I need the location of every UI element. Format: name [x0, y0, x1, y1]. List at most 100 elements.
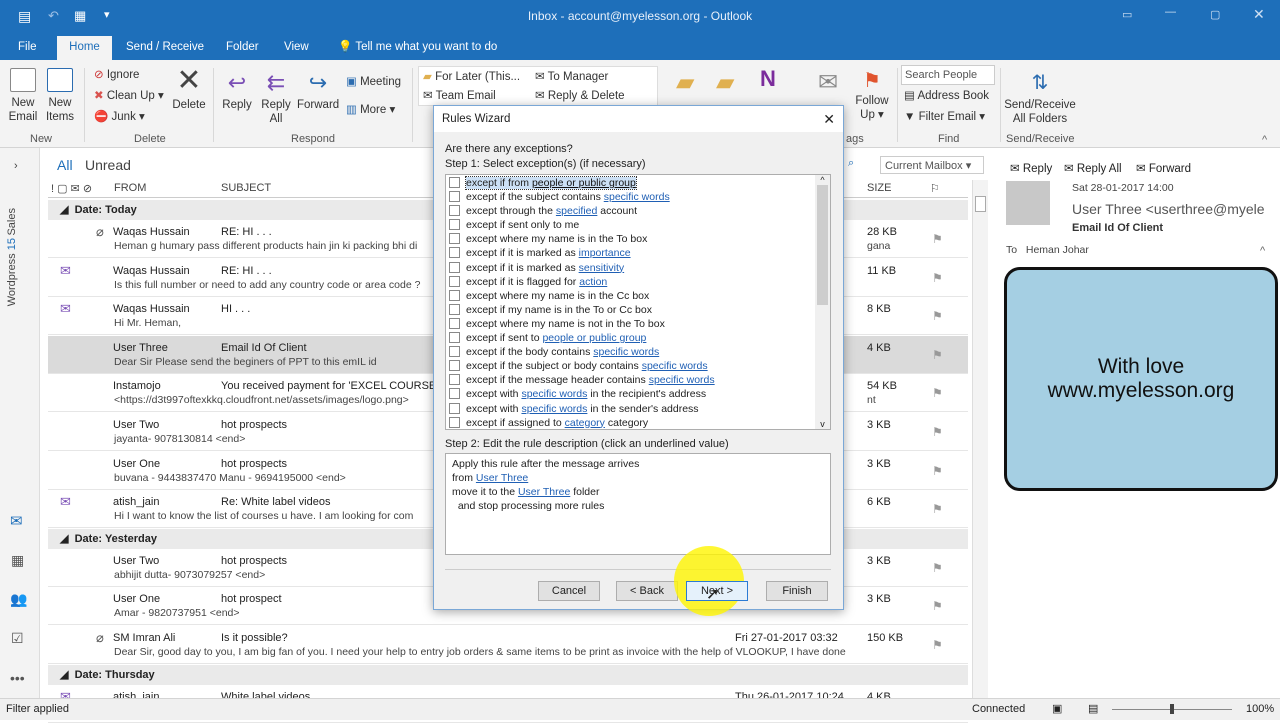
- exception-checkbox[interactable]: [449, 247, 460, 259]
- flag-icon[interactable]: ⚑: [932, 638, 943, 652]
- list-scrollbar[interactable]: [972, 180, 988, 698]
- people-icon[interactable]: 👥: [10, 591, 27, 608]
- minimize-icon[interactable]: —: [1165, 6, 1176, 18]
- exception-checkbox[interactable]: [449, 346, 460, 358]
- flag-icon[interactable]: ⚑: [932, 599, 943, 613]
- filter-email-button[interactable]: ▼ Filter Email ▾: [904, 110, 985, 124]
- clean-up-button[interactable]: ✖ Clean Up ▾: [94, 89, 164, 103]
- delete-button[interactable]: ✕ Delete: [172, 64, 206, 112]
- exception-item[interactable]: except if sent only to me: [446, 218, 816, 232]
- date-group-header[interactable]: ◢ Date: Thursday: [48, 664, 968, 685]
- ribbon-display-icon[interactable]: ▭: [1122, 8, 1132, 21]
- exception-item[interactable]: except if sent to people or public group: [446, 331, 816, 345]
- reading-forward-button[interactable]: ✉ Forward: [1136, 161, 1191, 175]
- exception-link[interactable]: action: [579, 276, 607, 288]
- junk-button[interactable]: ⛔ Junk ▾: [94, 110, 145, 124]
- exception-link[interactable]: specific words: [521, 388, 587, 400]
- exception-checkbox[interactable]: [449, 374, 460, 386]
- reading-reply-all-button[interactable]: ✉ Reply All: [1064, 161, 1122, 175]
- flag-icon[interactable]: ⚑: [932, 561, 943, 575]
- mail-icon[interactable]: ✉: [10, 512, 23, 530]
- exception-link[interactable]: specific words: [649, 374, 715, 386]
- exception-link[interactable]: specified: [556, 205, 597, 217]
- flag-icon[interactable]: ⚑: [932, 386, 943, 400]
- tasks-icon[interactable]: ☑: [11, 630, 24, 647]
- move-folder-icon[interactable]: ▰: [676, 68, 694, 97]
- exception-item[interactable]: except if it is marked as sensitivity: [446, 261, 816, 275]
- exception-item[interactable]: except if the body contains specific wor…: [446, 345, 816, 359]
- exception-item[interactable]: except if it is marked as importance: [446, 246, 816, 260]
- exception-item[interactable]: except if from people or public group: [446, 176, 816, 190]
- finish-button[interactable]: Finish: [766, 581, 828, 601]
- exception-link[interactable]: specific words: [521, 403, 587, 415]
- exception-item[interactable]: except where my name is not in the To bo…: [446, 317, 816, 331]
- folder-wordpress[interactable]: Wordpress 15: [6, 238, 18, 306]
- exception-item[interactable]: except if the subject or body contains s…: [446, 359, 816, 373]
- reading-reply-button[interactable]: ✉ Reply: [1010, 161, 1052, 175]
- rules-icon[interactable]: ▰: [716, 68, 734, 97]
- quick-step-team-email[interactable]: ✉ Team Email: [423, 89, 496, 103]
- exception-link[interactable]: specific words: [642, 360, 708, 372]
- exception-checkbox[interactable]: [449, 205, 460, 217]
- new-items-button[interactable]: New Items: [42, 68, 78, 124]
- ignore-button[interactable]: ⊘ Ignore: [94, 68, 139, 82]
- dialog-close-icon[interactable]: ✕: [823, 106, 835, 132]
- flag-icon[interactable]: ⚑: [932, 271, 943, 285]
- follow-up-button[interactable]: ⚑ Follow Up ▾: [855, 68, 889, 122]
- collapse-ribbon-icon[interactable]: ^: [1262, 134, 1267, 146]
- collapse-triangle-icon[interactable]: ◢: [60, 533, 68, 545]
- from-link[interactable]: User Three: [476, 472, 528, 484]
- search-icon[interactable]: ⌕: [848, 157, 854, 170]
- exception-item[interactable]: except if the subject contains specific …: [446, 190, 816, 204]
- quick-step-to-manager[interactable]: ✉ To Manager: [535, 70, 608, 84]
- unread-read-icon[interactable]: ✉: [818, 68, 838, 97]
- flag-icon[interactable]: ⚑: [932, 309, 943, 323]
- exception-item[interactable]: except where my name is in the To box: [446, 232, 816, 246]
- column-size[interactable]: SIZE: [867, 182, 891, 194]
- search-scope-dropdown[interactable]: Current Mailbox ▾: [880, 156, 984, 174]
- new-email-button[interactable]: New Email: [6, 68, 40, 124]
- collapse-header-icon[interactable]: ^: [1260, 245, 1265, 257]
- column-from[interactable]: FROM: [114, 182, 146, 194]
- exception-item[interactable]: except if assigned to category category: [446, 416, 816, 429]
- cancel-button[interactable]: Cancel: [538, 581, 600, 601]
- flag-icon[interactable]: ⚑: [932, 464, 943, 478]
- more-apps-icon[interactable]: •••: [10, 670, 25, 686]
- exception-item[interactable]: except where my name is in the Cc box: [446, 289, 816, 303]
- exception-checkbox[interactable]: [449, 402, 460, 414]
- collapse-triangle-icon[interactable]: ◢: [60, 669, 68, 681]
- exception-item[interactable]: except if the message header contains sp…: [446, 373, 816, 387]
- onenote-icon[interactable]: N: [760, 66, 776, 92]
- forward-button[interactable]: ↪ Forward: [297, 68, 339, 112]
- tab-file[interactable]: File: [10, 36, 45, 60]
- message-row[interactable]: ⌀ SM Imran Ali Is it possible? Dear Sir, go…: [48, 626, 968, 664]
- close-icon[interactable]: ✕: [1253, 6, 1265, 23]
- filter-unread[interactable]: Unread: [85, 157, 131, 173]
- quick-step-for-later[interactable]: ▰ For Later (This...: [423, 70, 520, 84]
- importance-column-icon[interactable]: ! ▢ ✉ ⊘: [51, 182, 92, 195]
- exception-checkbox[interactable]: [449, 289, 460, 301]
- expand-folder-pane-icon[interactable]: ›: [14, 160, 18, 172]
- more-button[interactable]: ▥ More ▾: [346, 103, 395, 117]
- normal-view-icon[interactable]: ▣: [1052, 699, 1062, 719]
- exception-item[interactable]: except if my name is in the To or Cc box: [446, 303, 816, 317]
- tab-home[interactable]: Home: [57, 36, 112, 60]
- exception-checkbox[interactable]: [449, 332, 460, 344]
- column-flag-icon[interactable]: ⚐: [930, 182, 940, 195]
- search-people-input[interactable]: Search People: [901, 65, 995, 85]
- collapse-triangle-icon[interactable]: ◢: [60, 204, 68, 216]
- exception-item[interactable]: except through the specified account: [446, 204, 816, 218]
- calendar-icon[interactable]: ▦: [11, 552, 24, 569]
- exception-checkbox[interactable]: [449, 416, 460, 428]
- exception-checkbox[interactable]: [449, 275, 460, 287]
- exception-checkbox[interactable]: [449, 219, 460, 231]
- exception-checkbox[interactable]: [449, 261, 460, 273]
- address-book-button[interactable]: ▤ Address Book: [904, 89, 989, 103]
- folder-link[interactable]: User Three: [518, 486, 570, 498]
- flag-icon[interactable]: ⚑: [932, 232, 943, 246]
- tab-send-receive[interactable]: Send / Receive: [118, 36, 212, 60]
- folder-sales[interactable]: Sales: [6, 208, 18, 236]
- quick-step-reply-delete[interactable]: ✉ Reply & Delete: [535, 89, 625, 103]
- maximize-icon[interactable]: ▢: [1210, 8, 1220, 21]
- exception-link[interactable]: importance: [579, 247, 631, 259]
